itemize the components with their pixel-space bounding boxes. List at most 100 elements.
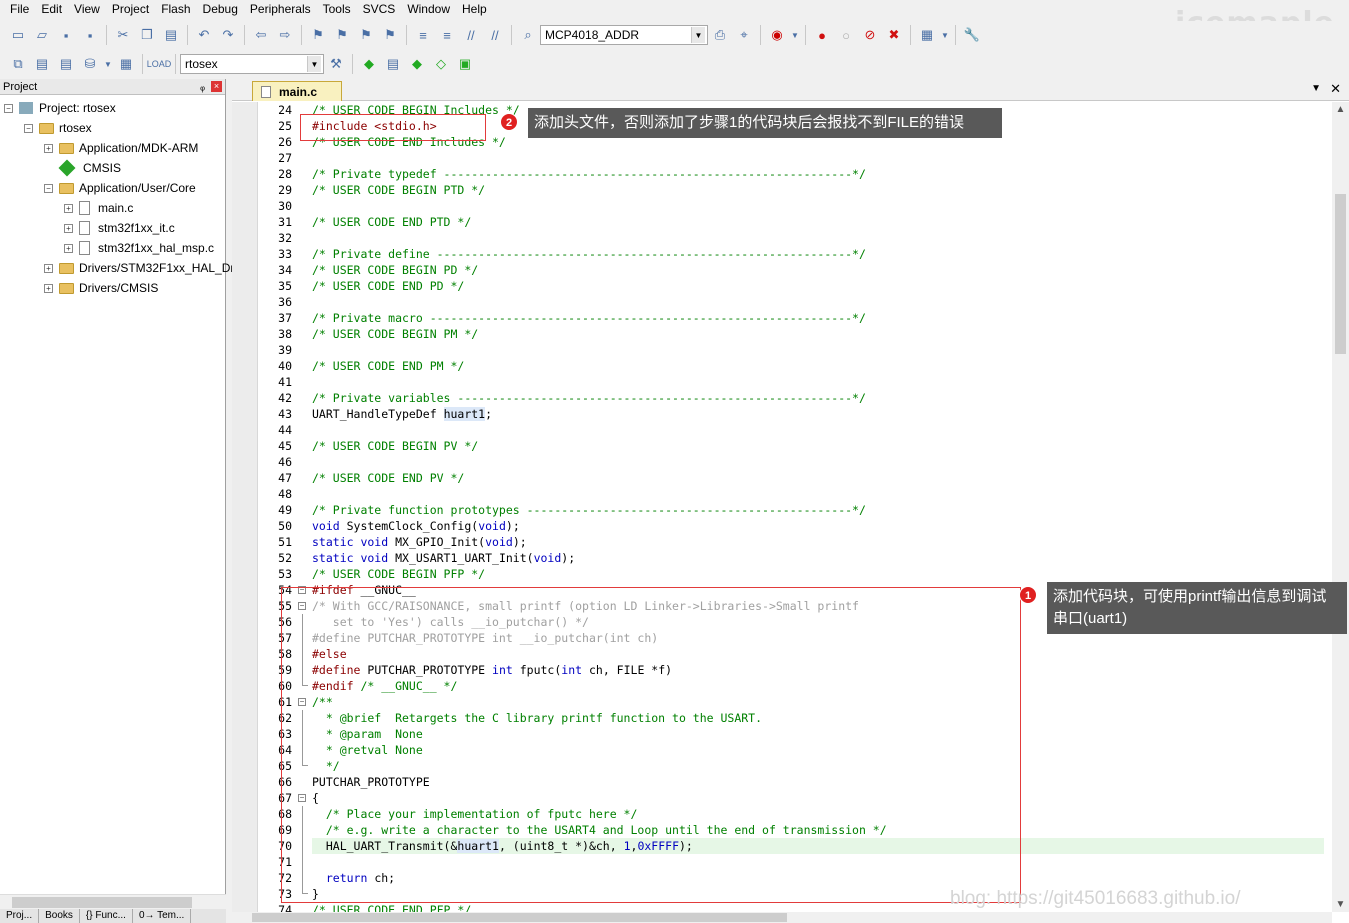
disable-all-breakpoints-icon[interactable]: ⊘ bbox=[859, 24, 881, 46]
menu-debug[interactable]: Debug bbox=[197, 0, 244, 19]
code-line[interactable]: /* USER CODE END PTD */ bbox=[312, 214, 1324, 230]
horizontal-scrollbar[interactable] bbox=[232, 912, 1332, 923]
kill-all-breakpoints-icon[interactable]: ✖ bbox=[883, 24, 905, 46]
close-icon[interactable]: ✕ bbox=[1330, 81, 1341, 97]
disable-breakpoint-icon[interactable]: ○ bbox=[835, 24, 857, 46]
tree-item[interactable]: + main.c bbox=[64, 198, 133, 218]
menu-flash[interactable]: Flash bbox=[155, 0, 196, 19]
tree-item[interactable]: + Application/MDK-ARM bbox=[44, 138, 198, 158]
configure-icon[interactable]: 🔧 bbox=[961, 24, 983, 46]
select-software-packs-icon[interactable]: ▣ bbox=[454, 53, 476, 75]
tree-item[interactable]: + Drivers/STM32F1xx_HAL_Dr bbox=[44, 258, 234, 278]
tree-item[interactable]: + stm32f1xx_hal_msp.c bbox=[64, 238, 214, 258]
tree-item[interactable]: + Drivers/CMSIS bbox=[44, 278, 158, 298]
chevron-down-icon[interactable]: ▼ bbox=[1332, 899, 1349, 910]
collapse-icon[interactable]: − bbox=[4, 103, 13, 113]
scrollbar-thumb[interactable] bbox=[252, 913, 787, 922]
project-tab[interactable]: Books bbox=[39, 909, 80, 923]
stop-build-icon[interactable]: ▦ bbox=[115, 53, 137, 75]
new-file-icon[interactable]: ▭ bbox=[7, 24, 29, 46]
project-tab[interactable]: 0→ Tem... bbox=[133, 909, 192, 923]
target-select[interactable]: rtosex ▼ bbox=[180, 54, 324, 74]
menu-edit[interactable]: Edit bbox=[35, 0, 68, 19]
chevron-down-icon[interactable]: ▼ bbox=[790, 24, 800, 46]
vertical-scrollbar[interactable]: ▲ ▼ bbox=[1332, 102, 1349, 912]
pack-installer-icon[interactable]: ◇ bbox=[430, 53, 452, 75]
download-icon[interactable]: LOAD bbox=[147, 53, 172, 75]
paste-icon[interactable]: ▤ bbox=[160, 24, 182, 46]
code-line[interactable]: /* Private variables -------------------… bbox=[312, 390, 1324, 406]
code-line[interactable]: /* USER CODE BEGIN PV */ bbox=[312, 438, 1324, 454]
tree-item[interactable]: + stm32f1xx_it.c bbox=[64, 218, 175, 238]
menu-tools[interactable]: Tools bbox=[317, 0, 357, 19]
bookmark-icon[interactable]: ⚑ bbox=[307, 24, 329, 46]
redo-icon[interactable]: ↷ bbox=[217, 24, 239, 46]
menu-file[interactable]: File bbox=[4, 0, 35, 19]
expand-icon[interactable]: + bbox=[64, 243, 73, 253]
code-line[interactable] bbox=[312, 230, 1324, 246]
code-line[interactable]: /* Private typedef ---------------------… bbox=[312, 166, 1324, 182]
project-tab[interactable]: {} Func... bbox=[80, 909, 133, 923]
code-line[interactable] bbox=[312, 422, 1324, 438]
expand-icon[interactable]: + bbox=[64, 223, 73, 233]
tree-item[interactable]: − Application/User/Core bbox=[44, 178, 196, 198]
code-line[interactable]: /* Private define ----------------------… bbox=[312, 246, 1324, 262]
code-line[interactable]: void SystemClock_Config(void); bbox=[312, 518, 1324, 534]
indent-icon[interactable]: ≡ bbox=[412, 24, 434, 46]
code-line[interactable] bbox=[312, 198, 1324, 214]
navigate-back-icon[interactable]: ⇦ bbox=[250, 24, 272, 46]
debug-session-icon[interactable]: ◉ bbox=[766, 24, 788, 46]
menu-peripherals[interactable]: Peripherals bbox=[244, 0, 317, 19]
code-line[interactable]: /* USER CODE BEGIN PTD */ bbox=[312, 182, 1324, 198]
window-layout-icon[interactable]: ▦ bbox=[916, 24, 938, 46]
menu-svcs[interactable]: SVCS bbox=[357, 0, 402, 19]
chevron-down-icon[interactable]: ▼ bbox=[307, 56, 321, 72]
code-line[interactable]: static void MX_USART1_UART_Init(void); bbox=[312, 550, 1324, 566]
find-combo[interactable]: MCP4018_ADDR ▼ bbox=[540, 25, 708, 45]
menu-window[interactable]: Window bbox=[401, 0, 456, 19]
next-bookmark-icon[interactable]: ⚑ bbox=[355, 24, 377, 46]
target-options-icon[interactable]: ⚒ bbox=[325, 53, 347, 75]
code-line[interactable]: UART_HandleTypeDef huart1; bbox=[312, 406, 1324, 422]
expand-icon[interactable]: + bbox=[64, 203, 73, 213]
open-file-icon[interactable]: ▱ bbox=[31, 24, 53, 46]
translate-icon[interactable]: ⧉ bbox=[7, 53, 29, 75]
tree-item[interactable]: CMSIS bbox=[44, 158, 121, 178]
code-line[interactable] bbox=[312, 294, 1324, 310]
chevron-down-icon[interactable]: ▼ bbox=[940, 24, 950, 46]
code-line[interactable] bbox=[312, 454, 1324, 470]
tree-item[interactable]: − Project: rtosex bbox=[4, 98, 116, 118]
code-line[interactable]: /* Private function prototypes ---------… bbox=[312, 502, 1324, 518]
collapse-icon[interactable]: − bbox=[44, 183, 53, 193]
expand-icon[interactable]: + bbox=[44, 283, 53, 293]
navigate-forward-icon[interactable]: ⇨ bbox=[274, 24, 296, 46]
menu-view[interactable]: View bbox=[68, 0, 106, 19]
rebuild-icon[interactable]: ▤ bbox=[55, 53, 77, 75]
chevron-down-icon[interactable]: ▼ bbox=[103, 53, 113, 75]
find-icon[interactable]: ⎙ bbox=[709, 24, 731, 46]
code-line[interactable] bbox=[312, 342, 1324, 358]
pin-icon[interactable]: ᵩ bbox=[200, 81, 205, 93]
expand-icon[interactable]: + bbox=[44, 263, 53, 273]
batch-build-icon[interactable]: ⛁ bbox=[79, 53, 101, 75]
code-line[interactable]: /* Private macro -----------------------… bbox=[312, 310, 1324, 326]
code-line[interactable]: /* USER CODE END PV */ bbox=[312, 470, 1324, 486]
code-line[interactable]: /* USER CODE BEGIN PM */ bbox=[312, 326, 1324, 342]
tree-item[interactable]: − rtosex bbox=[24, 118, 92, 138]
breakpoint-icon[interactable]: ● bbox=[811, 24, 833, 46]
build-icon[interactable]: ▤ bbox=[31, 53, 53, 75]
code-line[interactable]: /* USER CODE BEGIN PFP */ bbox=[312, 566, 1324, 582]
tab-main-c[interactable]: main.c bbox=[252, 81, 342, 101]
cut-icon[interactable]: ✂ bbox=[112, 24, 134, 46]
chevron-down-icon[interactable]: ▼ bbox=[1311, 83, 1321, 94]
chevron-up-icon[interactable]: ▲ bbox=[1332, 104, 1349, 115]
manage-project-items-icon[interactable]: ▤ bbox=[382, 53, 404, 75]
horizontal-scrollbar[interactable] bbox=[0, 894, 226, 909]
code-line[interactable] bbox=[312, 486, 1324, 502]
code-line[interactable] bbox=[312, 150, 1324, 166]
copy-icon[interactable]: ❐ bbox=[136, 24, 158, 46]
chevron-down-icon[interactable]: ▼ bbox=[691, 27, 705, 43]
code-line[interactable]: static void MX_GPIO_Init(void); bbox=[312, 534, 1324, 550]
comment-icon[interactable]: // bbox=[460, 24, 482, 46]
code-line[interactable]: /* USER CODE BEGIN PD */ bbox=[312, 262, 1324, 278]
